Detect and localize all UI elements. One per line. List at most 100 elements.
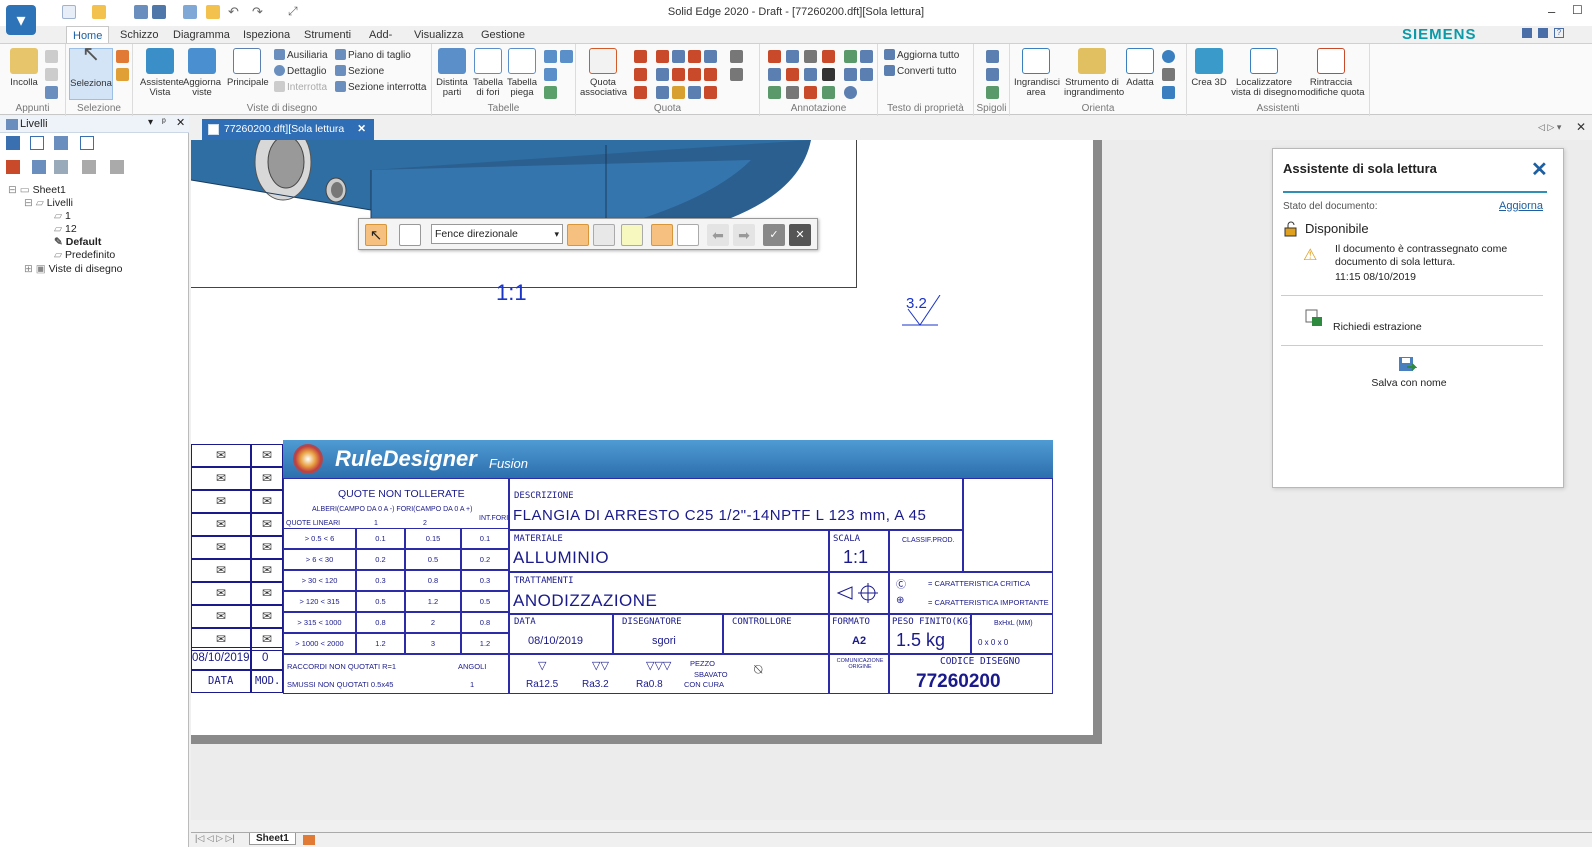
annotation-icon-7[interactable] <box>768 68 781 81</box>
tab-strumenti[interactable]: Strumenti <box>298 26 357 44</box>
customize-icon[interactable]: ⤢ <box>288 4 298 19</box>
bend-table-button[interactable]: Tabella piega <box>502 48 542 98</box>
fence-dropdown[interactable]: Fence direzionale ▾ <box>431 224 563 244</box>
cutting-plane-button[interactable]: Piano di taglio <box>335 48 411 63</box>
annotation-icon-3[interactable] <box>804 50 817 63</box>
dimension-icon-6[interactable] <box>730 50 743 63</box>
principal-view-button[interactable]: Principale <box>227 48 269 88</box>
edge-icon-2[interactable] <box>986 68 999 81</box>
save-as-button[interactable]: Salva con nome <box>1273 377 1545 389</box>
sheet-tab-sheet1[interactable]: Sheet1 <box>249 833 296 845</box>
dimension-icon-15[interactable] <box>672 86 685 99</box>
text-icon[interactable] <box>822 68 835 81</box>
annotation-icon-5[interactable] <box>844 50 857 63</box>
layer-tool-icon-1[interactable] <box>6 136 20 150</box>
convert-all-button[interactable]: Converti tutto <box>884 64 956 79</box>
layer-tool-icon-2[interactable] <box>30 136 44 150</box>
layout-icon[interactable] <box>1538 28 1548 38</box>
select-tools-icon[interactable] <box>116 50 129 63</box>
edge-icon-3[interactable] <box>986 86 999 99</box>
list-options-icon[interactable] <box>399 224 421 246</box>
dimension-icon-2[interactable] <box>656 50 669 63</box>
annotation-icon-9[interactable] <box>804 68 817 81</box>
note-icon[interactable] <box>206 5 220 19</box>
dimension-icon-4[interactable] <box>688 50 701 63</box>
help-icon[interactable]: ? <box>1554 28 1564 38</box>
refresh-link[interactable]: Aggiorna <box>1499 200 1543 212</box>
layer-tool-icon-3[interactable] <box>54 136 68 150</box>
drawing-view[interactable] <box>191 140 857 288</box>
tab-add-in[interactable]: Add-in <box>363 26 398 59</box>
update-all-button[interactable]: Aggiorna tutto <box>884 48 959 63</box>
layer-tool-icon-9[interactable] <box>110 160 124 174</box>
format-painter-icon[interactable] <box>45 86 58 99</box>
arrow-left-icon[interactable]: ⬅ <box>707 224 729 246</box>
filter-icon[interactable] <box>116 68 129 81</box>
create-3d-button[interactable]: Crea 3D <box>1191 48 1227 88</box>
sheet-nav-icons[interactable]: |◁ ◁ ▷ ▷| <box>195 833 235 844</box>
select-tool-icon[interactable]: ↖ <box>365 224 387 246</box>
redo-icon[interactable]: ↷ <box>252 4 263 20</box>
close-document-icon[interactable]: ✕ <box>1576 120 1586 134</box>
dimension-icon-3[interactable] <box>672 50 685 63</box>
open-folder-icon[interactable] <box>92 5 106 19</box>
annotation-icon-8[interactable] <box>786 68 799 81</box>
tree-item-viste[interactable]: ⊞ ▣ Viste di disegno <box>24 263 123 275</box>
layer-tool-icon-6[interactable] <box>32 160 46 174</box>
maximize-icon[interactable]: ☐ <box>1572 3 1583 17</box>
annotation-icon-1[interactable] <box>768 50 781 63</box>
tab-gestione-dati[interactable]: Gestione dati <box>475 26 531 59</box>
undo-icon[interactable]: ↶ <box>228 4 239 20</box>
pin-icon[interactable]: ᵖ <box>162 117 166 128</box>
broken-view-button[interactable]: Interrotta <box>274 80 327 95</box>
pan-icon[interactable] <box>1162 68 1175 81</box>
layer-tool-icon-5[interactable] <box>6 160 20 174</box>
select-layer-icon[interactable] <box>567 224 589 246</box>
annotation-icon-17[interactable] <box>844 86 857 99</box>
table-icon-3[interactable] <box>544 68 557 81</box>
close-assistant-icon[interactable]: ✕ <box>1531 157 1548 182</box>
tab-schizzo[interactable]: Schizzo <box>114 26 165 44</box>
dimension-icon-17[interactable] <box>704 86 717 99</box>
zoom-area-button[interactable]: Ingrandisci area <box>1014 48 1060 98</box>
annotation-icon-11[interactable] <box>844 68 857 81</box>
fit-button[interactable]: Adatta <box>1122 48 1158 88</box>
smart-dimension-button[interactable]: Quota associativa <box>580 48 627 98</box>
select-pen-icon[interactable] <box>621 224 643 246</box>
section-button[interactable]: Sezione <box>335 64 384 79</box>
edge-icon-1[interactable] <box>986 50 999 63</box>
table-icon-1[interactable] <box>544 50 557 63</box>
dimension-icon-8[interactable] <box>656 68 669 81</box>
tree-item-sheet1[interactable]: ⊟ ▭ Sheet1 <box>8 184 66 196</box>
panel-menu-icon[interactable]: ▾ <box>148 117 153 128</box>
tree-item-layer-1[interactable]: ▱ 1 <box>54 210 71 222</box>
save-icon[interactable] <box>134 5 148 19</box>
new-file-icon[interactable] <box>62 5 76 19</box>
dimension-icon-1[interactable] <box>634 50 647 63</box>
tab-scroll-icons[interactable]: ◁ ▷ ▾ <box>1538 122 1561 133</box>
document-tab[interactable]: 77260200.dft][Sola lettura ✕ <box>202 119 374 140</box>
track-dimension-button[interactable]: Rintraccia modifiche quota <box>1297 48 1365 98</box>
copy-icon[interactable] <box>45 68 58 81</box>
layer-tool-icon-7[interactable] <box>54 160 68 174</box>
polygon-select-icon[interactable] <box>677 224 699 246</box>
select-button[interactable]: ↖ Seleziona <box>69 43 113 100</box>
broken-section-button[interactable]: Sezione interrotta <box>335 80 426 95</box>
annotation-icon-15[interactable] <box>804 86 817 99</box>
annotation-icon-6[interactable] <box>860 50 873 63</box>
annotation-icon-14[interactable] <box>786 86 799 99</box>
paste-button[interactable]: Incolla <box>4 48 44 88</box>
select-filter-icon[interactable] <box>593 224 615 246</box>
annotation-icon-4[interactable] <box>822 50 835 63</box>
layer-tool-icon-4[interactable] <box>80 136 94 150</box>
dimension-icon-9[interactable] <box>672 68 685 81</box>
annotation-icon-12[interactable] <box>860 68 873 81</box>
view-locator-button[interactable]: Localizzatore vista di disegno <box>1231 48 1297 98</box>
close-panel-icon[interactable]: ✕ <box>176 116 185 129</box>
dimension-icon-7[interactable] <box>634 68 647 81</box>
list-icon[interactable] <box>183 5 197 19</box>
dimension-icon-5[interactable] <box>704 50 717 63</box>
cancel-icon[interactable]: ✕ <box>789 224 811 246</box>
dimension-icon-10[interactable] <box>688 68 701 81</box>
view-wizard-button[interactable]: Assistente Vista <box>140 48 184 98</box>
